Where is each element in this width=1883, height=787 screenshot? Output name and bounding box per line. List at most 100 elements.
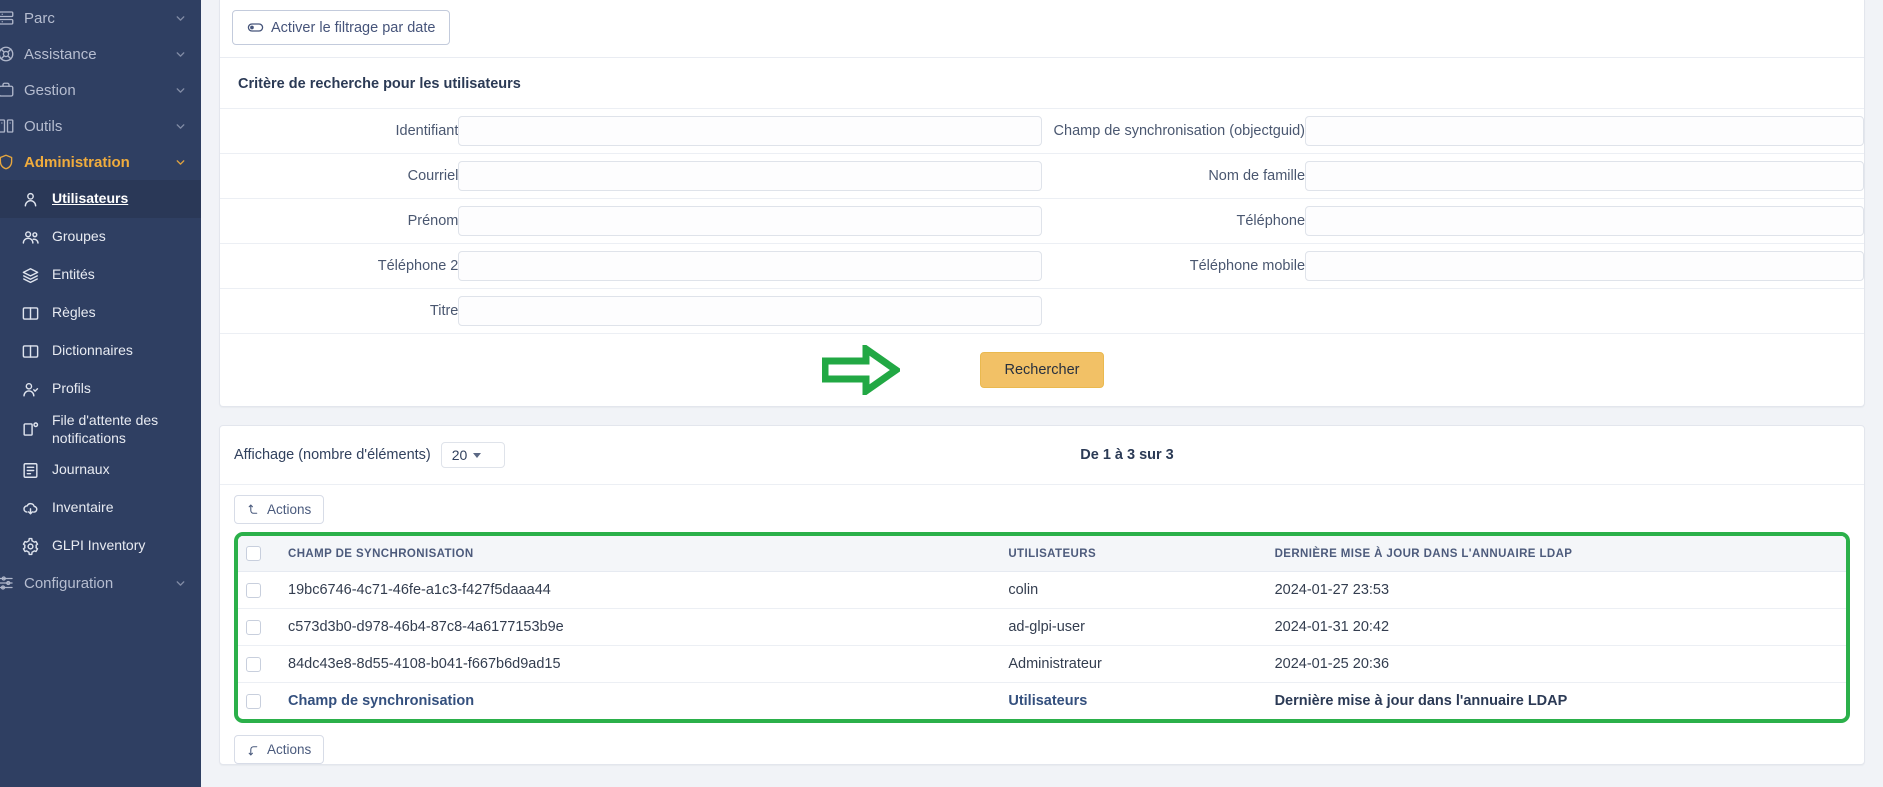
field-input-titre[interactable] <box>458 296 1042 326</box>
sidebar-item-label: Groupes <box>52 228 106 245</box>
field-input-t-l-phone-mobile[interactable] <box>1305 251 1864 281</box>
card-gap <box>201 407 1883 425</box>
field-input-pr-nom[interactable] <box>458 206 1042 236</box>
column-header-sync-field[interactable]: Champ de synchronisation <box>280 536 1001 572</box>
row-checkbox[interactable] <box>246 656 261 672</box>
user-check-icon <box>18 380 42 399</box>
actions-button-top-label: Actions <box>267 502 312 517</box>
field-cell <box>1305 153 1864 199</box>
field-cell <box>1305 243 1864 289</box>
search-field-row: Titre <box>220 288 1864 333</box>
actions-button-bottom[interactable]: Actions <box>234 735 325 764</box>
briefcase-icon <box>0 81 16 99</box>
green-arrow-annotation <box>822 345 900 395</box>
chevron-down-icon <box>173 120 187 133</box>
sidebar-item-dictionnaires[interactable]: Dictionnaires <box>0 332 201 370</box>
sidebar-bottom-nav: Configuration <box>0 565 201 601</box>
arrow-branch-up-icon <box>247 743 260 757</box>
sidebar-item-journaux[interactable]: Journaux <box>0 451 201 489</box>
field-label-empty <box>1041 288 1306 333</box>
table-row[interactable]: 84dc43e8-8d55-4108-b041-f667b6d9ad15 Admi… <box>238 645 1846 683</box>
footer-users: Utilisateurs <box>1008 693 1088 709</box>
sidebar-item-label: Dictionnaires <box>52 342 133 359</box>
field-input-champ-de-synchronisation-objectguid[interactable] <box>1305 116 1864 146</box>
field-label-t-l-phone-mobile: Téléphone mobile <box>1041 243 1306 289</box>
search-field-row: Identifiant Champ de synchronisation (obj… <box>220 108 1864 154</box>
display-count-label: Affichage (nombre d'éléments) <box>234 447 431 463</box>
glpi-users-page: Parc Assistance Gestion Outils Administratio… <box>0 0 1883 787</box>
chevron-down-icon <box>173 577 187 590</box>
sidebar-item-glpi-inventory[interactable]: GLPI Inventory <box>0 527 201 565</box>
field-input-t-l-phone[interactable] <box>1305 206 1864 236</box>
field-label-t-l-phone-2: Téléphone 2 <box>220 243 459 289</box>
sidebar-item-assistance[interactable]: Assistance <box>0 36 201 72</box>
sidebar-item-label: Entités <box>52 266 95 283</box>
search-criteria-fields: Identifiant Champ de synchronisation (obj… <box>220 108 1864 333</box>
sidebar-item-configuration[interactable]: Configuration <box>0 565 201 601</box>
cell-user: ad-glpi-user <box>1000 608 1267 646</box>
footer-select-cell <box>238 683 280 720</box>
row-checkbox[interactable] <box>246 619 261 635</box>
cell-sync-field: 19bc6746-4c71-46fe-a1c3-f427f5daaa44 <box>280 571 1001 609</box>
display-count-row: Affichage (nombre d'éléments) 20 De 1 à … <box>220 426 1864 485</box>
results-table-highlight: Champ de synchronisation Utilisateurs De… <box>234 532 1850 723</box>
cell-last-update: 2024-01-31 20:42 <box>1266 608 1846 646</box>
page-size-select[interactable]: 20 <box>440 442 505 468</box>
mail-queue-icon <box>18 420 42 439</box>
table-header-row: Champ de synchronisation Utilisateurs De… <box>238 536 1846 572</box>
sidebar-item-profils[interactable]: Profils <box>0 370 201 408</box>
chevron-down-icon <box>173 84 187 97</box>
table-row[interactable]: 19bc6746-4c71-46fe-a1c3-f427f5daaa44 coli… <box>238 571 1846 609</box>
cell-sync-field: c573d3b0-d978-46b4-87c8-4a6177153b9e <box>280 608 1001 646</box>
field-label-pr-nom: Prénom <box>220 198 459 244</box>
sidebar-item-label: Assistance <box>24 45 97 63</box>
row-select-cell <box>238 645 280 683</box>
search-button[interactable]: Rechercher <box>979 352 1105 388</box>
sidebar-item-label: Gestion <box>24 81 76 99</box>
tools-icon <box>0 117 16 135</box>
sidebar-item-label: Inventaire <box>52 499 114 516</box>
field-input-identifiant[interactable] <box>458 116 1042 146</box>
sidebar-administration-submenu: Utilisateurs Groupes Entités Règles Dictionn… <box>0 180 201 565</box>
activate-date-filter-button[interactable]: Activer le filtrage par date <box>232 10 451 45</box>
sidebar-item-groupes[interactable]: Groupes <box>0 218 201 256</box>
sidebar-item-outils[interactable]: Outils <box>0 108 201 144</box>
cell-user: colin <box>1000 571 1267 609</box>
actions-button-top[interactable]: Actions <box>234 495 325 524</box>
main-sidebar: Parc Assistance Gestion Outils Administratio… <box>0 0 201 787</box>
book-icon <box>18 304 42 323</box>
sidebar-item-label: GLPI Inventory <box>52 537 146 554</box>
chevron-down-icon <box>473 452 482 458</box>
row-checkbox[interactable] <box>246 582 261 598</box>
lifebuoy-icon <box>0 45 16 63</box>
field-label-nom-de-famille: Nom de famille <box>1041 153 1306 199</box>
field-cell <box>458 153 1042 199</box>
footer-sync-field: Champ de synchronisation <box>288 693 475 709</box>
shield-icon <box>0 153 16 171</box>
arrow-branch-icon <box>247 503 260 517</box>
sidebar-item-administration[interactable]: Administration <box>0 144 201 180</box>
sidebar-item-r-gles[interactable]: Règles <box>0 294 201 332</box>
chevron-down-icon <box>173 156 187 169</box>
sidebar-item-parc[interactable]: Parc <box>0 0 201 36</box>
sidebar-top-nav: Parc Assistance Gestion Outils Administratio… <box>0 0 201 180</box>
sidebar-item-utilisateurs[interactable]: Utilisateurs <box>0 180 201 218</box>
sidebar-item-entit-s[interactable]: Entités <box>0 256 201 294</box>
column-header-users[interactable]: Utilisateurs <box>1000 536 1267 572</box>
sidebar-item-file-d-attente-des-notifications[interactable]: File d'attente des notifications <box>0 408 201 451</box>
field-input-nom-de-famille[interactable] <box>1305 161 1864 191</box>
server-icon <box>0 9 16 27</box>
field-input-t-l-phone-2[interactable] <box>458 251 1042 281</box>
select-all-header <box>238 536 280 572</box>
result-range-info: De 1 à 3 sur 3 <box>1080 447 1174 463</box>
chevron-down-icon <box>173 12 187 25</box>
field-input-courriel[interactable] <box>458 161 1042 191</box>
sidebar-item-label: Utilisateurs <box>52 190 129 207</box>
sidebar-item-gestion[interactable]: Gestion <box>0 72 201 108</box>
table-row[interactable]: c573d3b0-d978-46b4-87c8-4a6177153b9e ad-g… <box>238 608 1846 646</box>
select-all-checkbox-footer[interactable] <box>246 693 261 709</box>
column-header-last-update[interactable]: Dernière mise à jour dans l'annuaire LDA… <box>1266 536 1846 572</box>
select-all-checkbox[interactable] <box>246 546 261 561</box>
field-label-t-l-phone: Téléphone <box>1041 198 1306 244</box>
sidebar-item-inventaire[interactable]: Inventaire <box>0 489 201 527</box>
